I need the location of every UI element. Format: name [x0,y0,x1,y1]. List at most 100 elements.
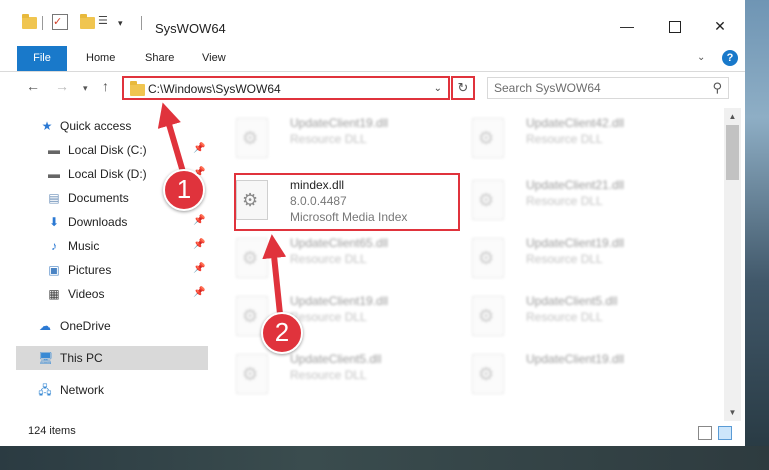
scroll-down-icon[interactable]: ▼ [724,404,741,421]
large-icons-view-icon[interactable] [718,426,732,440]
sidebar-item-label: Documents [68,191,129,205]
chevron-down-icon[interactable]: ▾ [118,14,123,32]
toolbar-separator [141,16,142,30]
desktop-background [745,0,769,470]
list-item[interactable]: ⚙ UpdateClient19.dll Resource DLL [224,112,454,168]
list-item[interactable]: ⚙ UpdateClient42.dll Resource DLL [460,112,690,168]
dll-file-icon: ⚙ [472,180,504,220]
properties-check-icon[interactable]: ✓ [52,14,68,30]
list-item[interactable]: ⚙ UpdateClient5.dll Resource DLL [460,290,690,346]
tab-home[interactable]: Home [86,46,115,71]
recent-locations-chevron-icon[interactable]: ▾ [83,83,88,94]
folder-icon [22,14,37,32]
pin-icon[interactable]: 📌 [193,263,205,274]
scroll-thumb[interactable] [726,125,739,180]
sidebar-item-onedrive[interactable]: ☁ OneDrive [0,314,208,338]
download-icon: ⬇ [48,215,60,229]
sidebar-item-label: Videos [68,287,105,301]
list-item[interactable]: ⚙ UpdateClient19.dll [460,348,690,404]
sidebar-item-network[interactable]: 🖧 Network [0,378,208,402]
expand-ribbon-icon[interactable]: ⌄ [697,52,705,63]
scroll-up-icon[interactable]: ▲ [724,108,741,125]
maximize-button[interactable] [655,12,695,40]
navigation-pane: ★ Quick access ▬ Local Disk (C:) 📌 ▬ Loc… [0,108,208,421]
maximize-icon [669,21,681,34]
list-item[interactable]: ⚙ UpdateClient65.dll Resource DLL [224,232,454,288]
dll-file-icon: ⚙ [472,354,504,394]
network-icon: 🖧 [38,383,52,397]
sidebar-item-label: Downloads [68,215,128,229]
pin-icon[interactable]: 📌 [193,143,205,154]
details-view-icon[interactable] [698,426,712,440]
tab-share[interactable]: Share [145,46,174,71]
folder-icon [130,81,145,96]
music-icon: ♪ [51,239,57,253]
chevron-down-icon[interactable]: ⌄ [434,83,442,94]
back-arrow-icon[interactable]: ← [26,78,40,94]
drive-icon: ▬ [48,143,60,157]
ribbon-tabs: File Home Share View ⌄ ? [0,46,745,72]
dll-file-icon: ⚙ [472,296,504,336]
forward-arrow-icon[interactable]: → [55,78,69,94]
title-bar: ✓ ☰ ▾ SysWOW64 — ✕ [0,0,745,46]
tab-file[interactable]: File [17,46,67,71]
step-badge-2: 2 [261,312,303,354]
dll-file-icon: ⚙ [472,118,504,158]
sidebar-item-label: Local Disk (C:) [68,143,147,157]
sidebar-item-label: Pictures [68,263,112,277]
address-bar[interactable]: C:\Windows\SysWOW64 ⌄ [122,76,450,100]
sidebar-item-this-pc[interactable]: 🖥 This PC [16,346,208,370]
list-item[interactable]: ⚙ UpdateClient21.dll Resource DLL [460,174,690,230]
vertical-scrollbar[interactable]: ▲ ▼ [724,108,741,421]
sidebar-item-videos[interactable]: ▦ Videos 📌 [0,282,208,306]
dll-file-icon: ⚙ [472,238,504,278]
sidebar-item-downloads[interactable]: ⬇ Downloads 📌 [0,210,208,234]
customize-toolbar-icon[interactable]: ☰ [98,14,112,27]
search-box[interactable]: ⚲ [487,77,729,99]
item-count: 124 items [28,425,76,437]
step-badge-1: 1 [163,169,205,211]
sidebar-item-label: Quick access [60,119,132,133]
close-button[interactable]: ✕ [700,12,740,40]
pin-icon[interactable]: 📌 [193,215,205,226]
sidebar-item-label: Music [68,239,100,253]
pictures-icon: ▣ [48,263,60,277]
sidebar-item-label: Network [60,383,105,397]
videos-icon: ▦ [48,287,60,301]
documents-icon: ▤ [48,191,60,205]
file-list: ⚙ UpdateClient19.dll Resource DLL ⚙ Upda… [216,108,723,421]
drive-icon: ▬ [48,167,60,181]
navigation-bar: ← → ▾ ↑ C:\Windows\SysWOW64 ⌄ ↻ ⚲ [0,72,745,106]
refresh-button[interactable]: ↻ [451,76,475,100]
tab-view[interactable]: View [202,46,226,71]
dll-file-icon: ⚙ [236,354,268,394]
sidebar-item-pictures[interactable]: ▣ Pictures 📌 [0,258,208,282]
window-title: SysWOW64 [155,21,226,36]
file-highlight-box [234,173,460,231]
sidebar-item-music[interactable]: ♪ Music 📌 [0,234,208,258]
dll-file-icon: ⚙ [236,238,268,278]
help-icon[interactable]: ? [722,50,738,66]
cloud-icon: ☁ [39,319,51,333]
status-bar: 124 items [0,421,745,446]
sidebar-item-label: OneDrive [60,319,111,333]
sidebar-item-label: Local Disk (D:) [68,167,147,181]
sidebar-item-quick-access[interactable]: ★ Quick access [0,114,208,138]
toolbar-separator [42,16,43,30]
desktop-background-bottom [0,446,769,470]
search-icon[interactable]: ⚲ [712,80,722,96]
new-folder-icon[interactable] [80,14,95,32]
sidebar-item-label: This PC [60,351,103,365]
star-icon: ★ [41,119,53,133]
up-arrow-icon[interactable]: ↑ [102,78,109,94]
pin-icon[interactable]: 📌 [193,239,205,250]
list-item[interactable]: ⚙ UpdateClient19.dll Resource DLL [224,290,454,346]
list-item[interactable]: ⚙ UpdateClient5.dll Resource DLL [224,348,454,404]
sidebar-item-local-disk-c[interactable]: ▬ Local Disk (C:) 📌 [0,138,208,162]
pin-icon[interactable]: 📌 [193,287,205,298]
search-input[interactable] [494,80,694,96]
list-item[interactable]: ⚙ UpdateClient19.dll Resource DLL [460,232,690,288]
computer-icon: 🖥 [38,351,54,365]
minimize-button[interactable]: — [607,12,647,40]
file-explorer-window: ✓ ☰ ▾ SysWOW64 — ✕ File Home Share View … [0,0,745,446]
